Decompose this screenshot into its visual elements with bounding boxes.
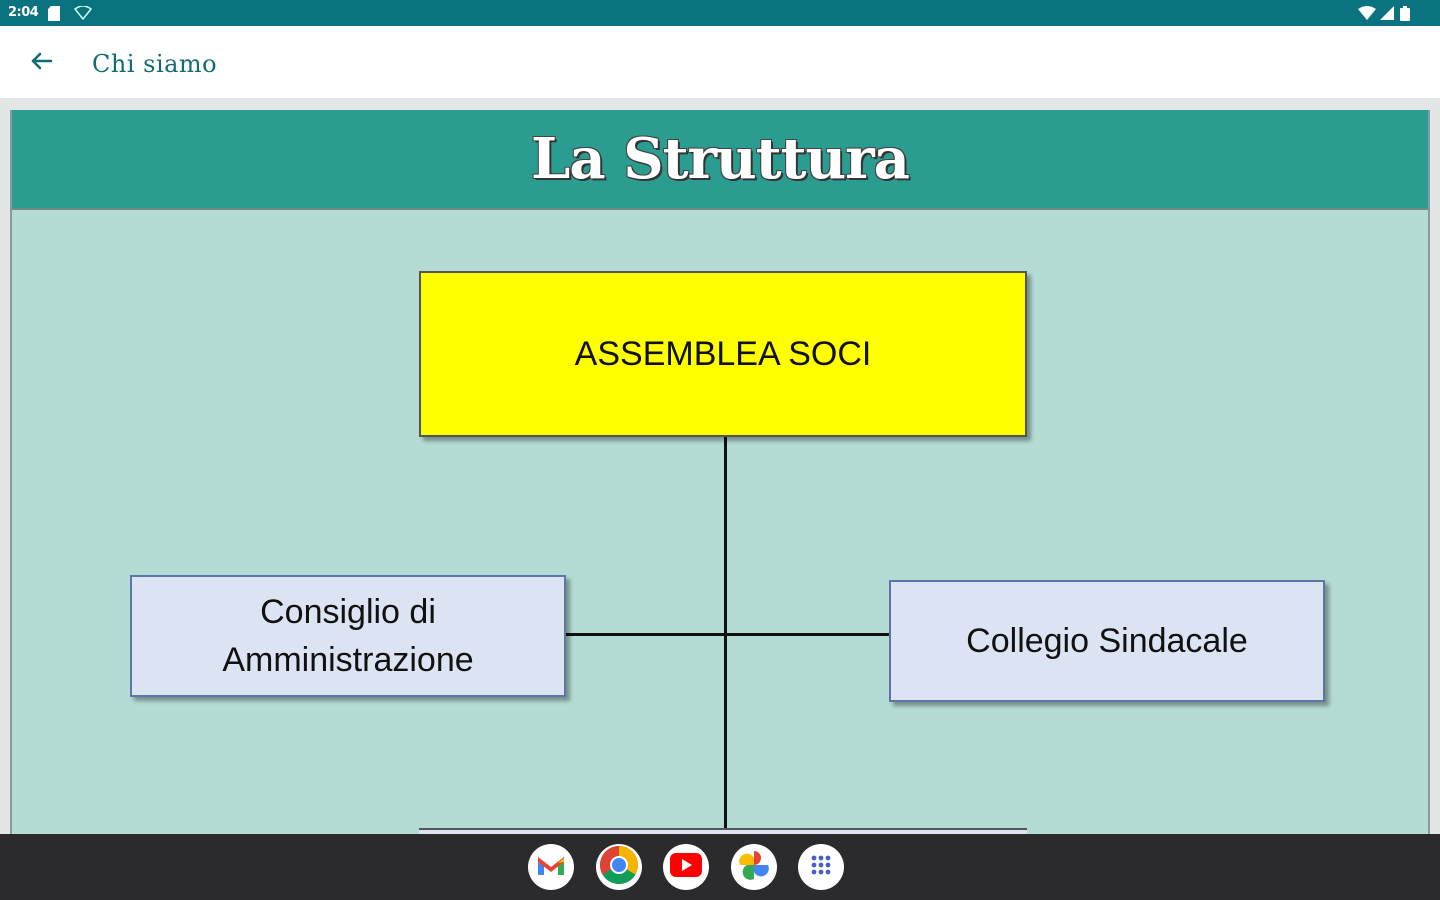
org-box-label: ASSEMBLEA SOCI (574, 334, 872, 373)
photos-app[interactable] (731, 844, 777, 890)
app-bar: Chi siamo (0, 26, 1440, 98)
chrome-app[interactable] (596, 844, 642, 890)
chrome-icon (599, 845, 639, 890)
org-box-label-line1: Consiglio di (260, 593, 436, 631)
photos-icon (737, 848, 771, 887)
gmail-app[interactable] (528, 844, 574, 890)
battery-icon (1400, 6, 1410, 26)
cell-signal-icon (1380, 6, 1394, 25)
connector-horizontal (566, 633, 889, 636)
org-box-label: Collegio Sindacale (966, 621, 1248, 660)
taskbar-dock (0, 834, 1440, 900)
status-time: 2:04 (8, 5, 39, 20)
youtube-app[interactable] (663, 844, 709, 890)
app-drawer-button[interactable] (798, 844, 844, 890)
app-drawer-icon (809, 853, 833, 882)
back-button[interactable] (24, 48, 58, 78)
org-box-consiglio: Consiglio di Amministrazione (130, 575, 566, 697)
structure-card: La Struttura ASSEMBLEA SOCI Consiglio di… (10, 110, 1430, 834)
org-box-collegio-sindacale: Collegio Sindacale (889, 580, 1325, 702)
youtube-icon (670, 852, 702, 882)
wifi-icon (1358, 6, 1376, 25)
content-area: La Struttura ASSEMBLEA SOCI Consiglio di… (0, 98, 1440, 834)
banner: La Struttura (12, 110, 1428, 210)
org-box-label-line2: Amministrazione (222, 641, 474, 679)
banner-title: La Struttura (531, 126, 910, 192)
arrow-left-icon (29, 51, 53, 76)
org-box-assemblea-soci: ASSEMBLEA SOCI (419, 271, 1027, 437)
gmail-icon (536, 853, 566, 882)
sd-card-icon (48, 6, 62, 26)
wifi-notification-icon (73, 5, 93, 25)
page-title: Chi siamo (92, 50, 218, 78)
status-bar: 2:04 (0, 0, 1440, 26)
